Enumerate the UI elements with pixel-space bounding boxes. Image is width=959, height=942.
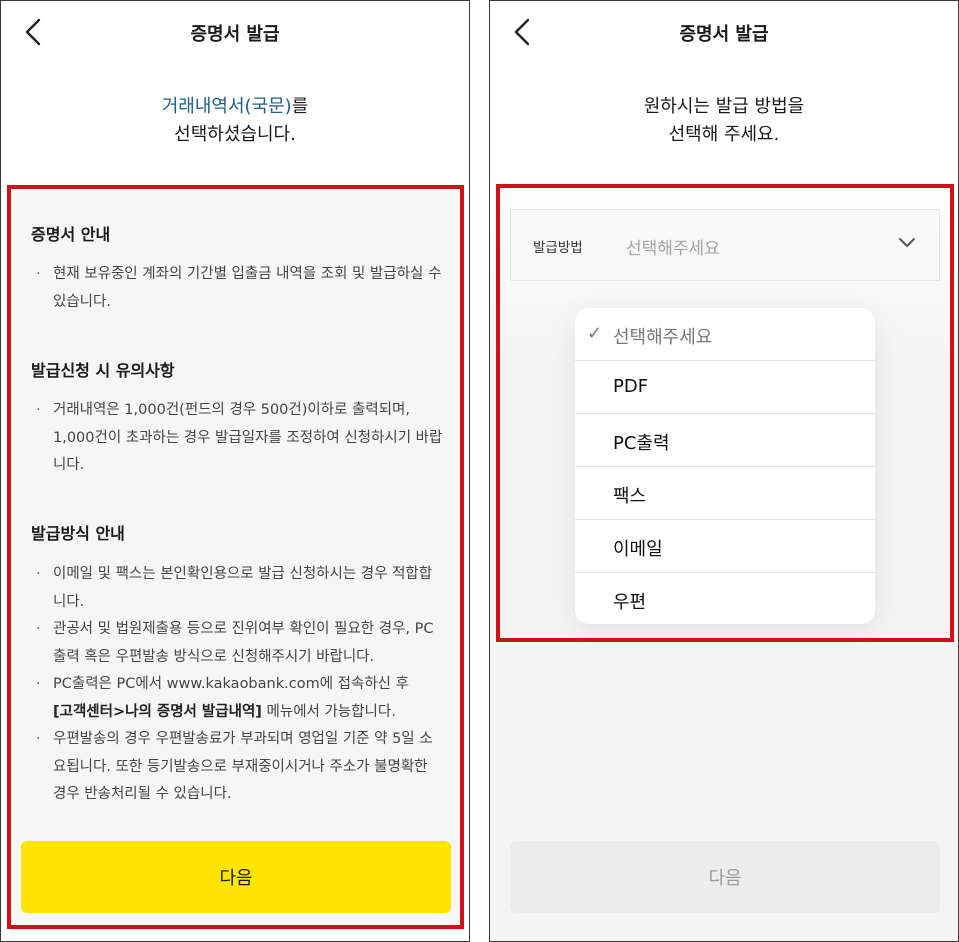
option-pc-print[interactable]: PC출력 bbox=[575, 414, 875, 467]
list-item: 우편발송의 경우 우편발송료가 부과되며 영업일 기준 약 5일 소요됩니다. … bbox=[31, 726, 444, 809]
selection-message: 거래내역서(국문)를 선택하셨습니다. bbox=[1, 93, 469, 149]
page-title: 증명서 발급 bbox=[190, 24, 280, 45]
chevron-down-icon bbox=[899, 238, 915, 247]
pc-print-text: PC출력은 PC에서 www.kakaobank.com에 접속하신 후 bbox=[53, 676, 409, 692]
app-header: 증명서 발급 bbox=[1, 1, 469, 65]
method-select[interactable]: 발급방법 선택해주세요 bbox=[510, 209, 940, 281]
method-prompt: 원하시는 발급 방법을 선택해 주세요. bbox=[490, 93, 958, 149]
list-item: 현재 보유중인 계좌의 기간별 입출금 내역을 조회 및 발급하실 수 있습니다… bbox=[31, 261, 444, 316]
method-placeholder: 선택해주세요 bbox=[626, 239, 720, 259]
method-list: 이메일 및 팩스는 본인확인용으로 발급 신청하시는 경우 적합합니다. 관공서… bbox=[31, 561, 444, 809]
prompt-line-1: 원하시는 발급 방법을 bbox=[643, 96, 805, 117]
page-title: 증명서 발급 bbox=[679, 24, 769, 45]
menu-suffix: 메뉴에서 가능합니다. bbox=[261, 703, 396, 720]
method-label: 발급방법 bbox=[533, 240, 583, 256]
option-pdf[interactable]: PDF bbox=[575, 361, 875, 414]
option-label: PDF bbox=[613, 376, 649, 397]
selected-document-name: 거래내역서(국문) bbox=[161, 96, 292, 117]
left-screen: 증명서 발급 거래내역서(국문)를 선택하셨습니다. 증명서 안내 현재 보유중… bbox=[0, 0, 470, 942]
list-item: 이메일 및 팩스는 본인확인용으로 발급 신청하시는 경우 적합합니다. bbox=[31, 561, 444, 616]
option-label: PC출력 bbox=[613, 433, 670, 454]
checkmark-icon: ✓ bbox=[587, 323, 603, 344]
list-item: 거래내역은 1,000건(펀드의 경우 500건)이하로 출력되며, 1,000… bbox=[31, 397, 444, 480]
notice-list: 거래내역은 1,000건(펀드의 경우 500건)이하로 출력되며, 1,000… bbox=[31, 397, 444, 480]
section-title-notice: 발급신청 시 유의사항 bbox=[31, 361, 175, 380]
intro-line-2: 선택하셨습니다. bbox=[174, 124, 296, 145]
method-dropdown: ✓ 선택해주세요 PDF PC출력 팩스 이메일 우편 bbox=[575, 308, 875, 624]
intro-suffix: 를 bbox=[291, 96, 309, 117]
prompt-line-2: 선택해 주세요. bbox=[668, 124, 780, 145]
option-mail[interactable]: 우편 bbox=[575, 573, 875, 624]
next-button[interactable]: 다음 bbox=[510, 841, 940, 913]
option-label: 선택해주세요 bbox=[613, 327, 713, 348]
option-email[interactable]: 이메일 bbox=[575, 520, 875, 573]
right-screen: 증명서 발급 원하시는 발급 방법을 선택해 주세요. 발급방법 선택해주세요 … bbox=[489, 0, 959, 942]
section-title-guide: 증명서 안내 bbox=[31, 225, 111, 244]
menu-path: [고객센터>나의 증명서 발급내역] bbox=[53, 703, 262, 720]
option-label: 우편 bbox=[613, 592, 647, 613]
info-panel: 증명서 안내 현재 보유중인 계좌의 기간별 입출금 내역을 조회 및 발급하실… bbox=[9, 187, 462, 927]
app-header: 증명서 발급 bbox=[490, 1, 958, 65]
next-button[interactable]: 다음 bbox=[21, 841, 451, 913]
guide-list: 현재 보유중인 계좌의 기간별 입출금 내역을 조회 및 발급하실 수 있습니다… bbox=[31, 261, 444, 316]
list-item: PC출력은 PC에서 www.kakaobank.com에 접속하신 후 [고객센… bbox=[31, 671, 444, 726]
list-item: 관공서 및 법원제출용 등으로 진위여부 확인이 필요한 경우, PC출력 혹은… bbox=[31, 616, 444, 671]
option-label: 팩스 bbox=[613, 486, 647, 507]
option-fax[interactable]: 팩스 bbox=[575, 467, 875, 520]
option-select-prompt[interactable]: ✓ 선택해주세요 bbox=[575, 308, 875, 361]
option-label: 이메일 bbox=[613, 539, 663, 560]
section-title-method: 발급방식 안내 bbox=[31, 524, 125, 543]
